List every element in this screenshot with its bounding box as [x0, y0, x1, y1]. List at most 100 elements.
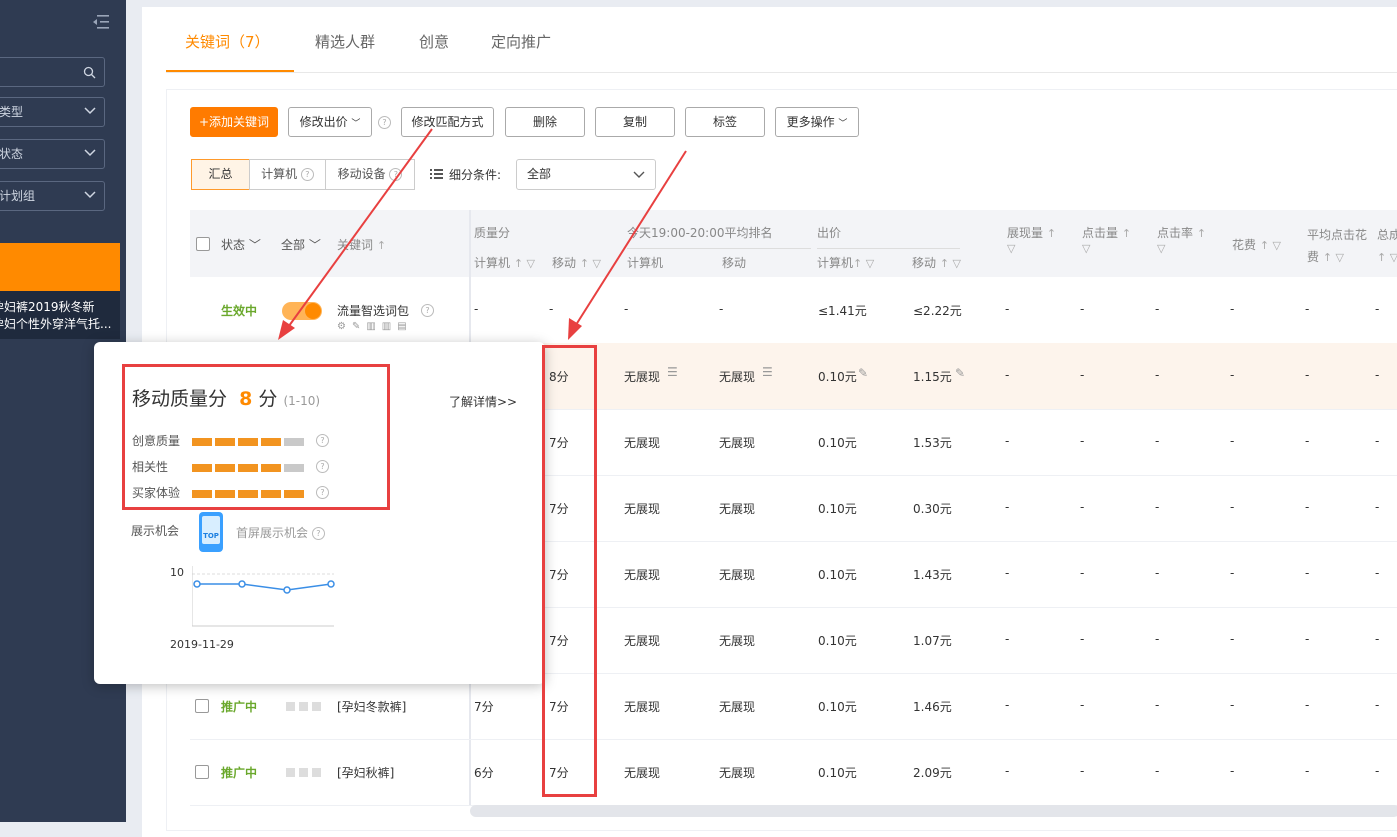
- modify-bid-button[interactable]: 修改出价 ﹀: [288, 107, 372, 137]
- total-header[interactable]: 总成 ↑ ▽: [1377, 224, 1397, 269]
- metric-cell: -: [1375, 500, 1380, 514]
- help-icon[interactable]: ?: [421, 304, 434, 317]
- keyword-tool-icons[interactable]: ⚙✎▥▥▤: [337, 321, 413, 332]
- bid-computer-cell: 0.10元: [818, 502, 857, 516]
- bid-mobile-cell: 1.43元: [913, 568, 952, 582]
- list-icon: [430, 168, 443, 182]
- tab-creative[interactable]: 创意: [419, 31, 449, 52]
- bid-computer-header[interactable]: 计算机↑ ▽: [817, 254, 874, 271]
- keyword-label: [孕妇秋裤]: [337, 766, 395, 780]
- sidebar-search-input[interactable]: [0, 57, 105, 87]
- clicks-header[interactable]: 点击量 ↑ ▽: [1082, 224, 1131, 255]
- segment-computer[interactable]: 计算机 ?: [249, 159, 326, 190]
- ctr-header[interactable]: 点击率 ↑ ▽: [1157, 224, 1206, 255]
- row-tool-icons[interactable]: [286, 700, 325, 714]
- quality-score-header: 质量分: [474, 226, 511, 240]
- horizontal-scrollbar[interactable]: [470, 805, 1397, 817]
- rank-mobile-cell: 无展现: [719, 568, 756, 582]
- help-icon: ?: [311, 527, 325, 540]
- table-row[interactable]: 推广中 [孕妇秋裤] 6分 7分 无展现 无展现 0.10元 2.09元 - - - - - -: [190, 739, 1397, 806]
- edit-bid-icon[interactable]: ✎: [858, 366, 868, 380]
- chart-y-label: 10: [170, 566, 184, 579]
- metric-cell: -: [1230, 302, 1235, 316]
- chart-x-label: 2019-11-29: [170, 638, 234, 651]
- bid-mobile-cell: 1.07元: [913, 634, 952, 648]
- quality-computer-header[interactable]: 计算机 ↑ ▽: [474, 254, 535, 271]
- edit-bid-icon[interactable]: ✎: [955, 366, 965, 380]
- metric-cell: -: [1155, 632, 1160, 646]
- row-tool-icons[interactable]: [286, 766, 325, 780]
- status-label: 推广中: [221, 766, 258, 780]
- exposure-label: 展示机会: [131, 524, 180, 538]
- status-select[interactable]: 状态: [0, 139, 105, 169]
- metric-cell: -: [1155, 434, 1160, 448]
- bid-mobile-header[interactable]: 移动 ↑ ▽: [912, 254, 961, 271]
- metric-cell: -: [1375, 566, 1380, 580]
- cost-header[interactable]: 花费 ↑ ▽: [1232, 236, 1281, 253]
- metric-cell: -: [1080, 368, 1085, 382]
- table-row[interactable]: 生效中 流量智选词包 - - - - ≤1.41元 ≤2.22元 - - - - - -? ⚙✎▥▥▤: [190, 277, 1397, 344]
- type-select[interactable]: 类型: [0, 97, 105, 127]
- metric-cell: -: [1375, 368, 1380, 382]
- sidebar-active-plan[interactable]: [0, 243, 120, 291]
- rank-computer-cell: -: [624, 302, 629, 316]
- plan-group-select[interactable]: 计划组: [0, 181, 105, 211]
- metric-cell: -: [1080, 302, 1085, 316]
- avg-cpc-header[interactable]: 平均点击花费 ↑ ▽: [1307, 224, 1367, 269]
- metric-cell: -: [1005, 434, 1010, 448]
- metric-cell: -: [1375, 632, 1380, 646]
- more-actions-button[interactable]: 更多操作 ﹀: [775, 107, 859, 137]
- rank-mobile-cell: 无展现: [719, 502, 756, 516]
- status-toggle[interactable]: [282, 302, 322, 320]
- bid-computer-cell: ≤1.41元: [818, 304, 867, 318]
- segment-summary[interactable]: 汇总: [191, 159, 250, 190]
- status-column-header[interactable]: 状态 ﹀: [221, 236, 261, 253]
- metric-cell: -: [1230, 434, 1235, 448]
- metric-cell: -: [1005, 368, 1010, 382]
- status-label: 生效中: [221, 304, 258, 318]
- tab-audience[interactable]: 精选人群: [315, 31, 375, 52]
- metric-cell: -: [1305, 632, 1310, 646]
- impressions-header[interactable]: 展现量 ↑ ▽: [1007, 224, 1056, 255]
- rank-computer-cell: 无展现: [624, 634, 661, 648]
- bid-computer-cell: 0.10元: [818, 634, 857, 648]
- metric-cell: -: [1080, 632, 1085, 646]
- rank-computer-header: 计算机: [627, 256, 664, 270]
- chevron-down-icon: [84, 149, 96, 157]
- quality-computer-cell: 7分: [474, 700, 494, 714]
- help-icon: ?: [300, 168, 314, 181]
- metric-cell: -: [1005, 566, 1010, 580]
- bid-mobile-cell: 1.15元: [913, 370, 952, 384]
- keyword-column-header[interactable]: 关键词 ↑: [337, 236, 386, 253]
- chevron-down-icon: ﹀: [838, 119, 848, 129]
- rank-detail-icon[interactable]: ☰: [667, 365, 678, 379]
- quality-computer-cell: -: [474, 302, 479, 316]
- add-keyword-button[interactable]: +添加关键词: [190, 107, 278, 137]
- first-screen-label: 首屏展示机会 ?: [236, 524, 325, 541]
- filter-select[interactable]: 全部: [516, 159, 656, 190]
- tag-button[interactable]: 标签: [685, 107, 765, 137]
- rank-detail-icon[interactable]: ☰: [762, 365, 773, 379]
- quality-mobile-header[interactable]: 移动 ↑ ▽: [552, 254, 601, 271]
- metric-cell: -: [1155, 368, 1160, 382]
- all-filter-header[interactable]: 全部 ﹀: [281, 236, 321, 253]
- tab-keywords[interactable]: 关键词（7）: [185, 31, 270, 52]
- modify-match-button[interactable]: 修改匹配方式: [401, 107, 494, 137]
- learn-more-link[interactable]: 了解详情>>: [449, 393, 517, 410]
- rank-header: 今天19:00-20:00平均排名: [627, 226, 773, 240]
- metric-cell: -: [1155, 566, 1160, 580]
- row-checkbox[interactable]: [195, 699, 209, 713]
- rank-computer-cell: 无展现: [624, 700, 661, 714]
- select-all-checkbox[interactable]: [196, 237, 210, 251]
- sidebar-plan-item[interactable]: 孕妇裤2019秋冬新 孕妇个性外穿洋气托...: [0, 291, 120, 339]
- bid-computer-cell: 0.10元: [818, 568, 857, 582]
- metric-cell: -: [1305, 368, 1310, 382]
- help-icon[interactable]: ?: [378, 116, 391, 129]
- bid-mobile-cell: ≤2.22元: [913, 304, 962, 318]
- row-checkbox[interactable]: [195, 765, 209, 779]
- segment-mobile[interactable]: 移动设备 ?: [325, 159, 415, 190]
- copy-button[interactable]: 复制: [595, 107, 675, 137]
- delete-button[interactable]: 删除: [505, 107, 585, 137]
- collapse-menu-icon[interactable]: [92, 14, 110, 30]
- tab-targeting[interactable]: 定向推广: [491, 31, 551, 52]
